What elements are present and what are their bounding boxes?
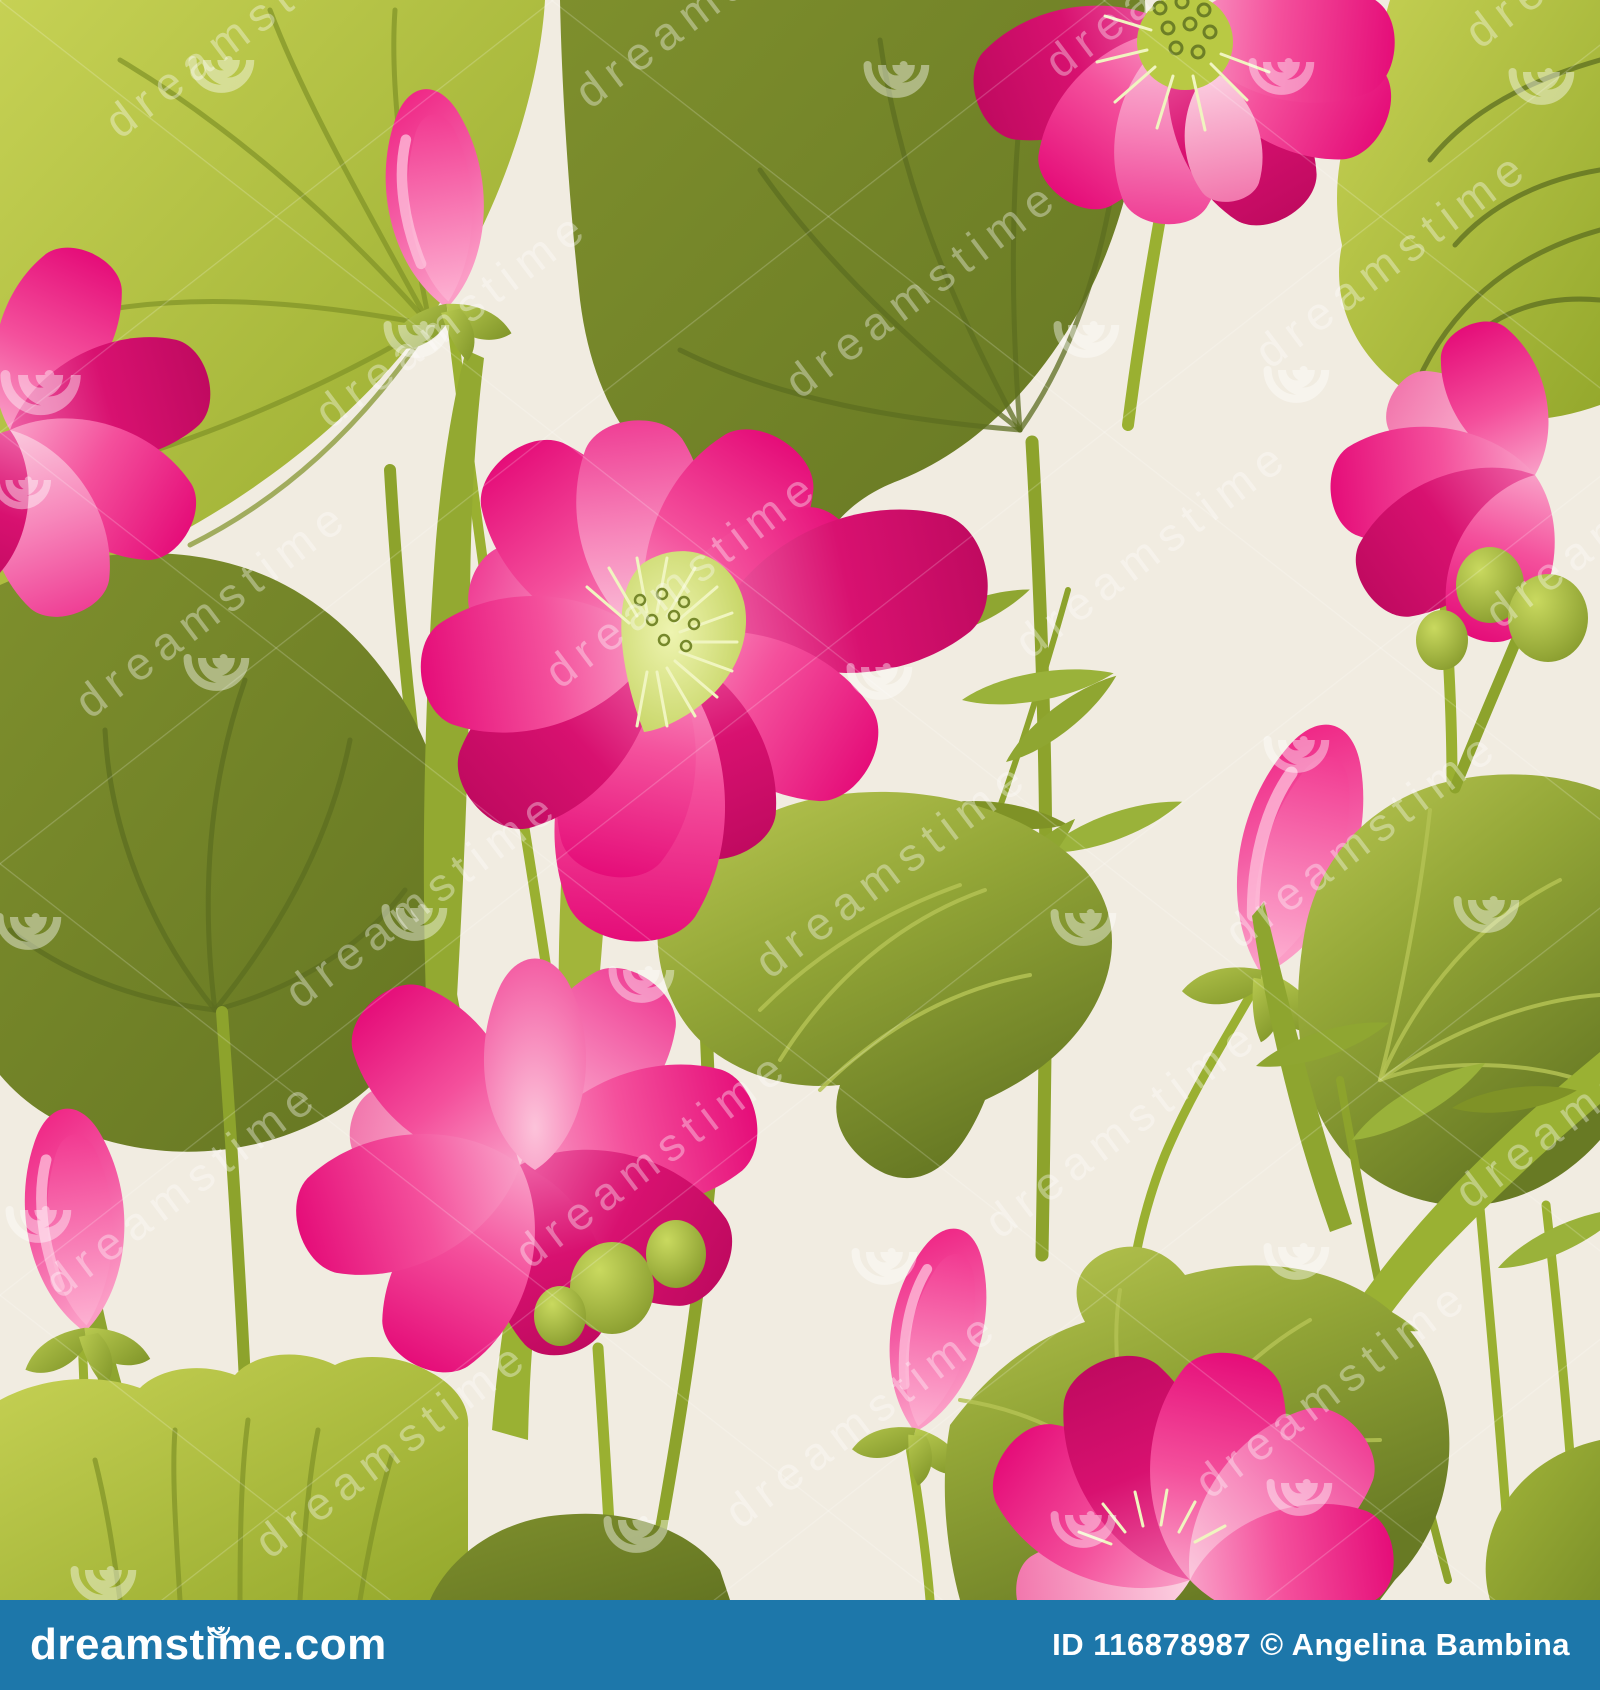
footer-bar: dreamstime.com ID 116878987 © Angelina B…: [0, 1600, 1600, 1690]
watermark-layer: dreamstime dreamstime dreamstime dreamst…: [0, 0, 1600, 1600]
dreamstime-spiral-icon: [207, 1626, 231, 1639]
stock-image-preview: dreamstime dreamstime dreamstime dreamst…: [0, 0, 1600, 1690]
lotus-pattern-artwork: dreamstime dreamstime dreamstime dreamst…: [0, 0, 1600, 1600]
dreamstime-logo: dreamstime.com: [30, 1600, 387, 1690]
image-credit-text: ID 116878987 © Angelina Bambina: [1052, 1627, 1570, 1662]
